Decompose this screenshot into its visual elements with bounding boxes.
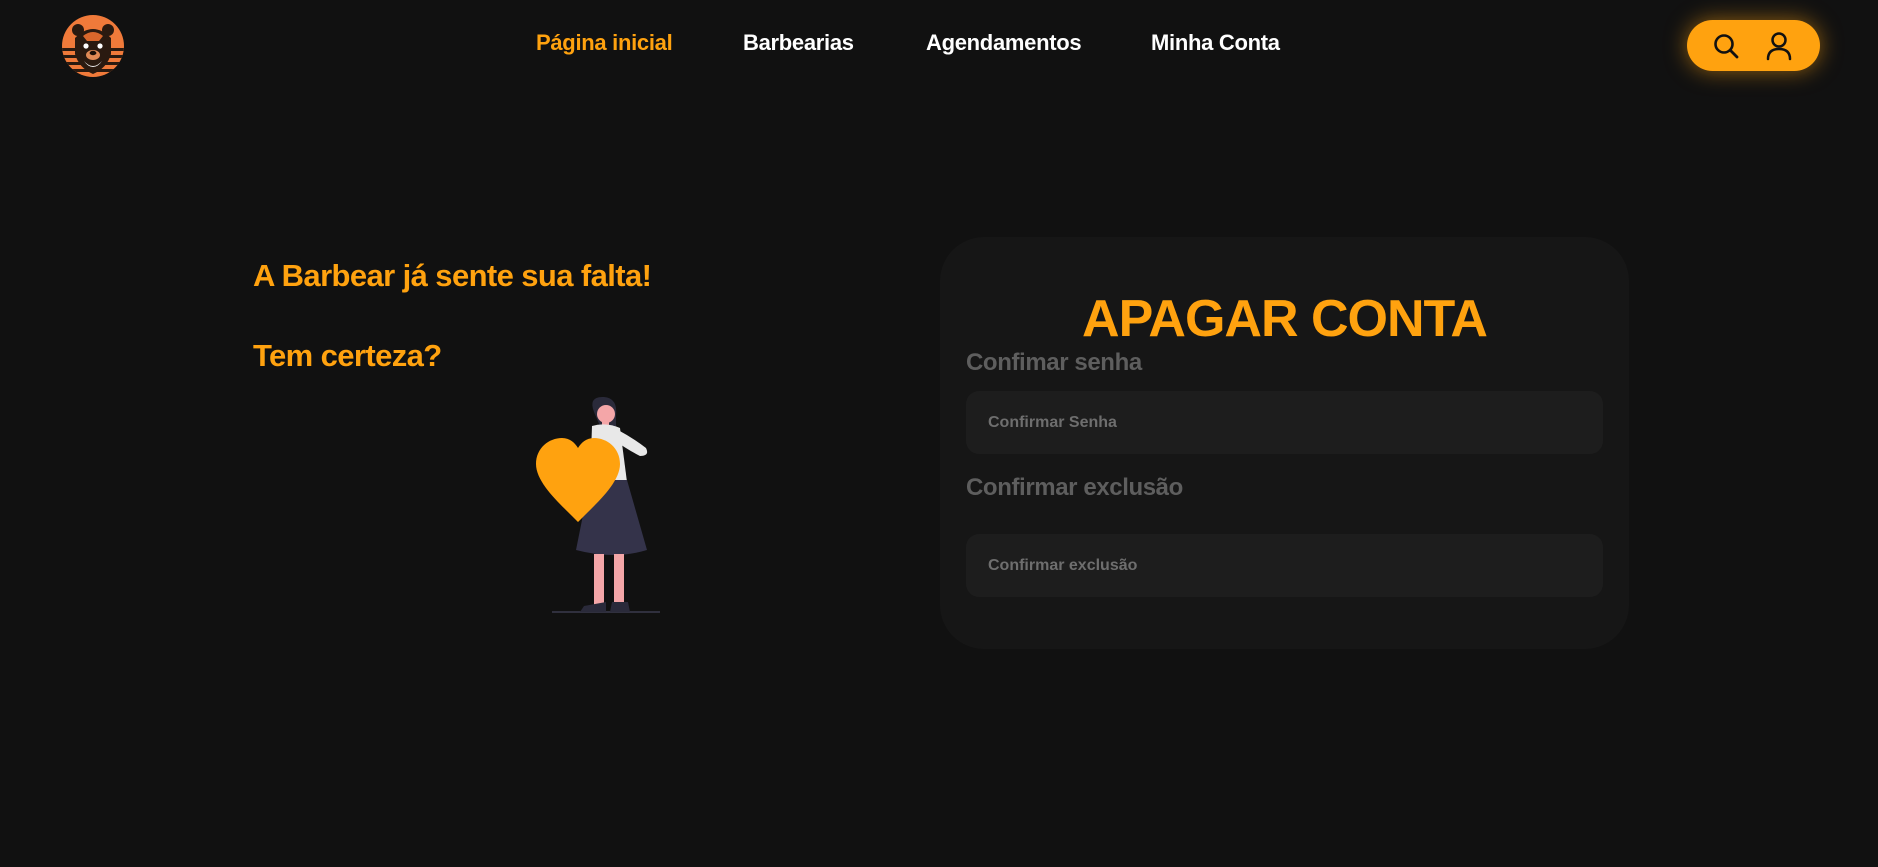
account-button[interactable]: [1756, 20, 1802, 71]
top-navbar: Página inicial Barbearias Agendamentos M…: [0, 0, 1878, 92]
password-input[interactable]: [966, 391, 1603, 454]
hero-question: Tem certeza?: [253, 338, 442, 373]
confirm-deletion-input[interactable]: [966, 534, 1603, 597]
nav-link-minha-conta[interactable]: Minha Conta: [1151, 30, 1280, 56]
nav-link-barbearias[interactable]: Barbearias: [743, 30, 854, 56]
delete-account-card: APAGAR CONTA Confimar senha Confirmar ex…: [940, 237, 1629, 649]
main-nav: Página inicial Barbearias Agendamentos M…: [0, 30, 1878, 62]
nav-link-agendamentos[interactable]: Agendamentos: [926, 30, 1082, 56]
user-icon: [1766, 31, 1792, 60]
woman-with-heart-illustration: [530, 394, 666, 616]
password-label: Confimar senha: [966, 349, 1142, 376]
nav-link-home[interactable]: Página inicial: [536, 30, 673, 56]
search-button[interactable]: [1703, 20, 1749, 71]
card-title: APAGAR CONTA: [1082, 290, 1488, 348]
nav-actions-pill: [1687, 20, 1820, 71]
hero-heading: A Barbear já sente sua falta!: [253, 258, 652, 293]
search-icon: [1714, 33, 1739, 58]
confirm-label: Confirmar exclusão: [966, 474, 1183, 501]
